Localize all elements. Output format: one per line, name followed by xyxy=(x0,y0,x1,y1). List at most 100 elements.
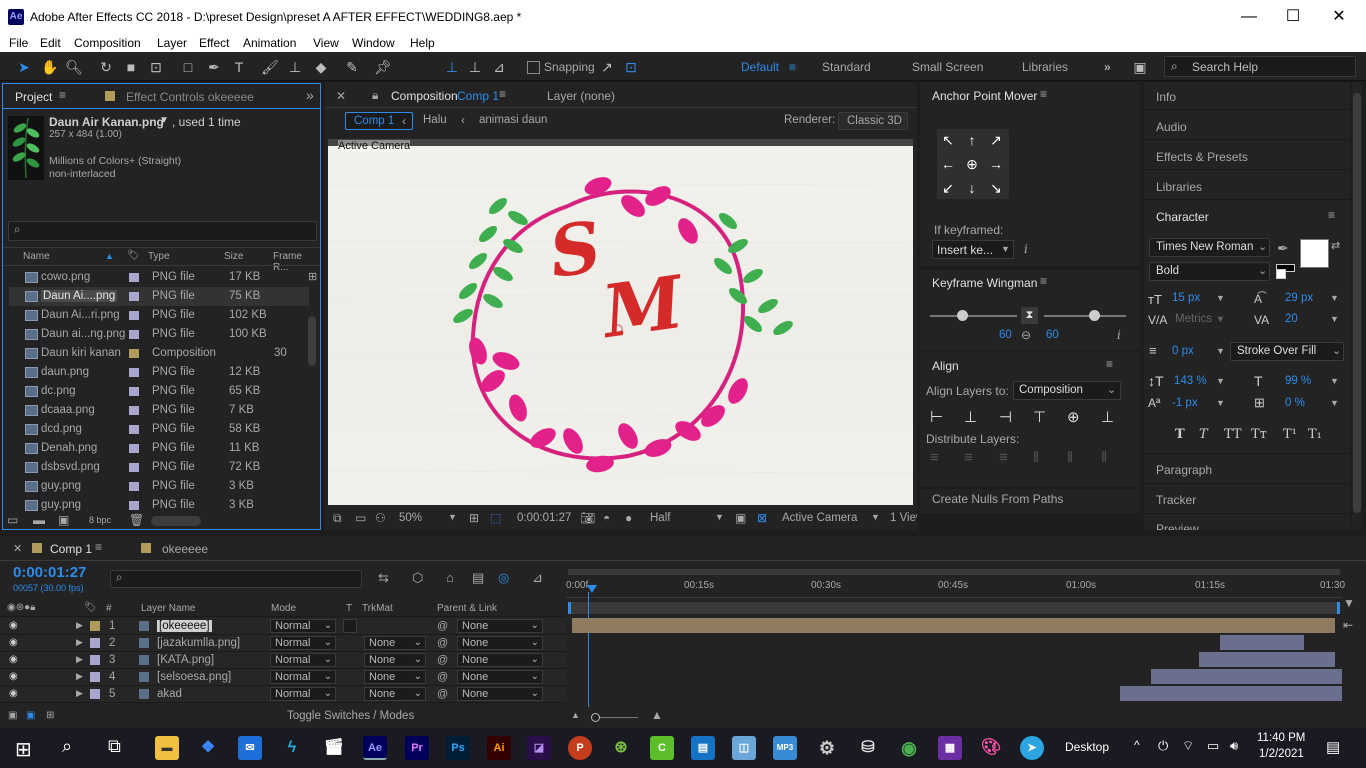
workspace-libraries[interactable]: Libraries xyxy=(1022,60,1068,74)
label-swatch[interactable] xyxy=(129,349,139,358)
label-swatch[interactable] xyxy=(129,406,139,415)
more-workspaces-icon[interactable]: » xyxy=(1104,60,1111,74)
align-top-icon[interactable]: ⊤ xyxy=(1033,408,1046,426)
toggle-switches-modes[interactable]: Toggle Switches / Modes xyxy=(287,710,414,722)
anchor-left-button[interactable]: ← xyxy=(937,153,959,175)
visibility-eye-icon[interactable]: ◉ xyxy=(9,671,18,682)
dropdown-icon[interactable]: ▼ xyxy=(1216,346,1225,356)
photoshop-icon[interactable]: Ps xyxy=(446,736,470,760)
layer-bar-5[interactable] xyxy=(1120,686,1342,701)
distribute-bottom-icon[interactable]: ≡ xyxy=(999,449,1008,466)
layer-parent-select[interactable]: None ⌄ xyxy=(457,636,543,650)
easing-icon[interactable]: ⧗ xyxy=(1021,307,1038,324)
chip-app-icon[interactable]: ▦ xyxy=(938,736,962,760)
column-parent[interactable]: Parent & Link xyxy=(437,603,497,614)
workspace-standard[interactable]: Standard xyxy=(822,60,871,74)
timeline-scroll-up-icon[interactable]: ▼ xyxy=(1343,596,1355,610)
in-out-icon[interactable]: ⊞ xyxy=(46,710,54,721)
project-scrollbar[interactable] xyxy=(308,316,316,366)
expand-arrow-icon[interactable]: ▶ xyxy=(76,620,83,631)
dropdown-icon[interactable]: ▼ xyxy=(1216,398,1225,408)
project-item[interactable]: dsbsvd.png PNG file 72 KB xyxy=(9,458,309,477)
anchor-center-button[interactable]: ⊕ xyxy=(961,153,983,175)
settings-icon[interactable]: ⚙ xyxy=(815,736,839,760)
sticky-notes-icon[interactable]: ◫ xyxy=(732,736,756,760)
lock-icon[interactable]: 🔒︎ xyxy=(372,88,378,103)
expand-arrow-icon[interactable]: ▶ xyxy=(76,688,83,699)
clock-date[interactable]: 1/2/2021 xyxy=(1259,748,1304,760)
layer-mode-select[interactable]: Normal ⌄ xyxy=(270,636,336,650)
panel-audio[interactable]: Audio xyxy=(1156,120,1187,134)
pick-whip-icon[interactable]: @ xyxy=(437,688,448,700)
visibility-eye-icon[interactable]: ◉ xyxy=(9,688,18,699)
stroke-width-value[interactable]: 0 px xyxy=(1172,345,1194,357)
pick-whip-icon[interactable]: @ xyxy=(437,654,448,666)
notifications-icon[interactable]: ▤ xyxy=(1326,738,1340,756)
baseline-shift-value[interactable]: -1 px xyxy=(1172,397,1198,409)
comp-canvas[interactable]: Active Camera S M xyxy=(327,140,914,505)
eraser-tool-icon[interactable]: ◆ xyxy=(311,57,331,77)
snap-options-icon[interactable]: ↗ xyxy=(597,57,617,77)
label-swatch[interactable] xyxy=(129,463,139,472)
label-swatch[interactable] xyxy=(129,311,139,320)
pick-whip-icon[interactable]: @ xyxy=(437,671,448,683)
project-item[interactable]: daun.png PNG file 12 KB xyxy=(9,363,309,382)
wingman-slider-right-handle[interactable] xyxy=(1089,310,1100,321)
label-swatch[interactable] xyxy=(129,330,139,339)
distribute-vcenter-icon[interactable]: ≡ xyxy=(964,449,973,466)
view-axis-icon[interactable]: ⊿ xyxy=(489,57,509,77)
snapping-checkbox[interactable] xyxy=(527,61,540,74)
project-item[interactable]: dc.png PNG file 65 KB xyxy=(9,382,309,401)
composition-menu-icon[interactable]: ≡ xyxy=(499,87,506,101)
layer-name[interactable]: [KATA.png] xyxy=(157,654,214,666)
always-preview-icon[interactable]: ⧉ xyxy=(333,511,342,526)
dropdown-icon[interactable]: ▼ xyxy=(1216,376,1225,386)
timeline-layer-row[interactable]: ◉ ▶ 2 [jazakumlla.png] Normal ⌄ None ⌄ @ None ⌄ xyxy=(0,635,566,652)
project-item[interactable]: Denah.png PNG file 11 KB xyxy=(9,439,309,458)
show-hidden-icons[interactable]: ^ xyxy=(1134,738,1140,752)
kerning-value[interactable]: Metrics xyxy=(1175,313,1212,325)
layer-mode-select[interactable]: Normal ⌄ xyxy=(270,619,336,633)
distribute-left-icon[interactable]: ‖ xyxy=(1033,449,1039,466)
tsume-value[interactable]: 0 % xyxy=(1285,397,1305,409)
column-mode[interactable]: Mode xyxy=(271,603,296,614)
dropdown-icon[interactable]: ▼ xyxy=(1330,293,1339,303)
align-vcenter-icon[interactable]: ⊕ xyxy=(1067,408,1080,426)
breadcrumb-animasi-daun[interactable]: animasi daun xyxy=(479,114,547,126)
layer-bar-4[interactable] xyxy=(1151,669,1342,684)
fast-previews-icon[interactable]: ▣ xyxy=(735,511,746,525)
column-t[interactable]: T xyxy=(346,603,352,614)
eyedropper-icon[interactable]: ✒ xyxy=(1277,240,1289,257)
menu-animation[interactable]: Animation xyxy=(243,36,296,50)
timeline-layer-row[interactable]: ◉ ▶ 1 [okeeeee] Normal ⌄ @ None ⌄ xyxy=(0,618,566,635)
telegram-icon[interactable]: ➤ xyxy=(1020,736,1044,760)
distribute-hcenter-icon[interactable]: ‖ xyxy=(1067,449,1073,466)
wifi-icon[interactable]: ⌔ xyxy=(1182,738,1194,754)
anchor-top-button[interactable]: ↑ xyxy=(961,129,983,151)
timeline-layer-row[interactable]: ◉ ▶ 3 [KATA.png] Normal ⌄ None ⌄ @ None ⌄ xyxy=(0,652,566,669)
motion-blur-icon[interactable]: ◎ xyxy=(498,570,509,586)
dropdown-icon[interactable]: ▼ xyxy=(1330,398,1339,408)
resolution-select[interactable]: Half xyxy=(650,512,670,524)
zoom-in-icon[interactable]: ▲ xyxy=(651,708,663,722)
world-axis-icon[interactable]: ⊥ xyxy=(465,57,485,77)
renderer-select[interactable]: Classic 3D xyxy=(838,112,908,130)
tab-layer[interactable]: Layer (none) xyxy=(547,89,615,103)
label-swatch[interactable] xyxy=(129,482,139,491)
project-search-input[interactable]: ⌕ xyxy=(8,221,317,241)
graph-editor-icon[interactable]: ⊿ xyxy=(532,570,543,586)
rectangle-tool-icon[interactable]: □ xyxy=(178,57,198,77)
chrome-icon[interactable]: ◉ xyxy=(897,736,921,760)
snapshot-icon[interactable]: 📷︎ xyxy=(580,511,595,525)
illustrator-icon[interactable]: Ai xyxy=(487,736,511,760)
panel-libraries[interactable]: Libraries xyxy=(1156,180,1202,194)
tab-composition-name[interactable]: Comp 1 xyxy=(457,89,499,103)
panel-preview[interactable]: Preview xyxy=(1156,522,1199,530)
column-layer-name[interactable]: Layer Name xyxy=(141,603,195,614)
visibility-eye-icon[interactable]: ◉ xyxy=(9,637,18,648)
dropbox-icon[interactable]: ❖ xyxy=(196,736,220,760)
wingman-slider-right[interactable] xyxy=(1044,315,1126,317)
project-item[interactable]: Daun Ai...ri.png PNG file 102 KB xyxy=(9,306,309,325)
tab-composition[interactable]: Composition xyxy=(391,89,458,103)
layer-parent-select[interactable]: None ⌄ xyxy=(457,687,543,701)
